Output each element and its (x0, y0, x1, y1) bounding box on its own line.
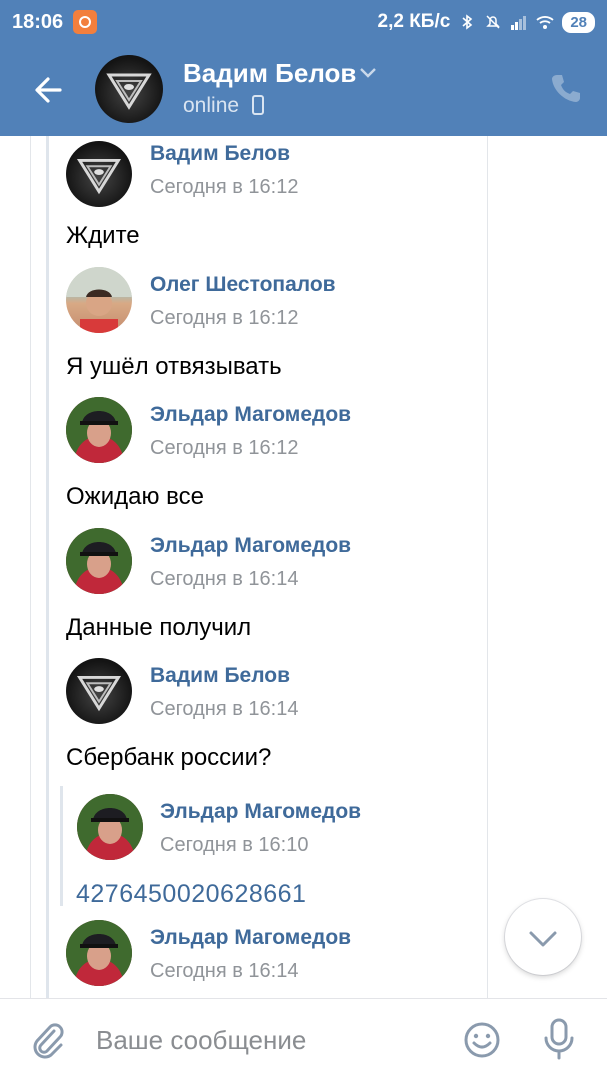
smile-icon[interactable] (463, 1021, 501, 1059)
message-input-bar (0, 998, 607, 1080)
notification-icon (73, 10, 98, 34)
message-text: Ждите (66, 222, 140, 249)
message-author[interactable]: Эльдар Магомедов (150, 926, 351, 950)
nested-forward-bar (60, 786, 63, 906)
message-time: Сегодня в 16:10 (160, 834, 309, 856)
message-time: Сегодня в 16:14 (150, 960, 299, 982)
message-text: Данные получил (66, 614, 252, 641)
avatar[interactable] (66, 267, 132, 333)
wifi-icon (536, 16, 554, 29)
message-author[interactable]: Олег Шестопалов (150, 273, 336, 297)
paperclip-icon[interactable] (30, 1021, 66, 1059)
card-number-link[interactable]: 4276450020628661 (76, 880, 306, 909)
message-author[interactable]: Эльдар Магомедов (150, 403, 351, 427)
back-arrow-icon[interactable] (30, 70, 70, 110)
chevron-down-icon[interactable] (358, 66, 378, 80)
message-input[interactable] (96, 1019, 436, 1061)
signal-icon (511, 16, 527, 30)
contact-name[interactable]: Вадим Белов (183, 58, 356, 89)
mobile-icon (251, 95, 264, 115)
chevron-down-icon (529, 931, 557, 947)
chat-header: Вадим Белов online (0, 44, 607, 136)
avatar[interactable] (77, 794, 143, 860)
status-bar: 18:06 2,2 КБ/с 28 (0, 0, 607, 44)
avatar[interactable] (66, 920, 132, 986)
network-speed: 2,2 КБ/с (377, 11, 451, 32)
avatar[interactable] (66, 141, 132, 207)
message-text: Сбербанк россии? (66, 744, 272, 771)
message-time: Сегодня в 16:14 (150, 568, 299, 590)
status-time: 18:06 (12, 10, 64, 33)
contact-status: online (183, 94, 265, 118)
message-text: Я ушёл отвязывать (66, 353, 282, 380)
bluetooth-icon (462, 14, 473, 30)
phone-icon[interactable] (550, 72, 582, 104)
online-label: online (183, 94, 240, 117)
scroll-to-bottom-button[interactable] (505, 899, 581, 975)
mute-bell-icon (486, 15, 501, 29)
message-text: Ожидаю все (66, 483, 204, 510)
message-author[interactable]: Вадим Белов (150, 142, 290, 166)
forward-bar (46, 136, 49, 998)
battery-indicator: 28 (562, 11, 595, 33)
message-author[interactable]: Эльдар Магомедов (150, 534, 351, 558)
avatar[interactable] (66, 397, 132, 463)
avatar[interactable] (66, 658, 132, 724)
message-time: Сегодня в 16:12 (150, 307, 299, 329)
message-time: Сегодня в 16:12 (150, 176, 299, 198)
microphone-icon[interactable] (541, 1018, 577, 1060)
status-right: 2,2 КБ/с 28 (378, 11, 595, 33)
avatar[interactable] (66, 528, 132, 594)
avatar[interactable] (95, 55, 163, 123)
message-author[interactable]: Эльдар Магомедов (160, 800, 361, 824)
message-time: Сегодня в 16:14 (150, 698, 299, 720)
message-time: Сегодня в 16:12 (150, 437, 299, 459)
message-author[interactable]: Вадим Белов (150, 664, 290, 688)
chat-area[interactable]: Вадим Белов Сегодня в 16:12 Ждите Олег Ш… (0, 136, 607, 998)
